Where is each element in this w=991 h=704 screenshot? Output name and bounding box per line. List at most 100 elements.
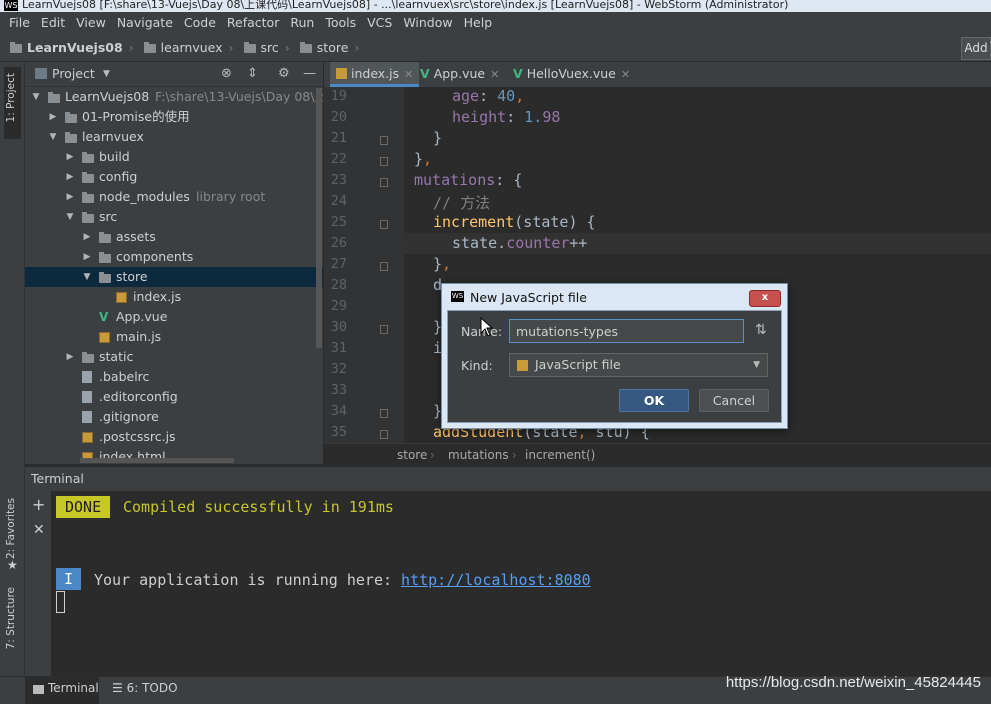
collapsed-arrow-icon[interactable]: ▶ bbox=[65, 347, 75, 367]
collapsed-arrow-icon[interactable]: ▶ bbox=[65, 167, 75, 187]
locate-icon[interactable]: ⊗ bbox=[221, 66, 232, 81]
tree-item[interactable]: .babelrc bbox=[25, 367, 323, 387]
tree-item-label: node_modules bbox=[99, 189, 190, 204]
ok-button[interactable]: OK bbox=[619, 389, 689, 412]
fold-marker-icon[interactable] bbox=[380, 325, 388, 334]
menu-help[interactable]: Help bbox=[458, 12, 498, 34]
tree-item[interactable]: ▶ static bbox=[25, 347, 323, 367]
fold-marker-icon[interactable] bbox=[380, 409, 388, 418]
tree-item-label: .editorconfig bbox=[99, 389, 178, 404]
tree-item[interactable]: ▼ store bbox=[25, 267, 323, 287]
menu-code[interactable]: Code bbox=[178, 12, 221, 34]
fold-marker-icon[interactable] bbox=[380, 430, 388, 439]
favorites-tool-tab[interactable]: 2: Favorites ★ bbox=[4, 498, 21, 572]
fold-marker-icon[interactable] bbox=[380, 157, 388, 166]
expanded-arrow-icon[interactable]: ▼ bbox=[48, 127, 58, 147]
tab-app-vue[interactable]: V App.vue ✕ bbox=[420, 62, 499, 87]
fold-marker-icon[interactable] bbox=[380, 220, 388, 229]
menu-refactor[interactable]: Refactor bbox=[221, 12, 284, 34]
close-icon[interactable]: ✕ bbox=[490, 68, 499, 81]
breadcrumb-item[interactable]: store › bbox=[299, 35, 359, 60]
menu-edit[interactable]: Edit bbox=[35, 12, 70, 34]
menu-vcs[interactable]: VCS bbox=[361, 12, 397, 34]
new-session-plus-icon[interactable]: + bbox=[32, 495, 45, 514]
collapsed-arrow-icon[interactable]: ▶ bbox=[65, 147, 75, 167]
hide-panel-icon[interactable]: — bbox=[303, 66, 316, 81]
close-icon[interactable]: ✕ bbox=[404, 68, 413, 81]
folder-icon bbox=[48, 92, 60, 103]
tree-item[interactable]: .editorconfig bbox=[25, 387, 323, 407]
collapsed-arrow-icon[interactable]: ▶ bbox=[82, 247, 92, 267]
breadcrumb-item[interactable]: LearnVuejs08 › bbox=[10, 35, 134, 60]
terminal-output[interactable]: DONE Compiled successfully in 191ms I Yo… bbox=[25, 491, 991, 676]
collapse-all-icon[interactable]: ⇕ bbox=[247, 66, 258, 81]
js-file-icon bbox=[517, 360, 528, 371]
file-name-input[interactable] bbox=[509, 319, 744, 343]
breadcrumb-item[interactable]: learnvuex › bbox=[143, 35, 234, 60]
menu-window[interactable]: Window bbox=[397, 12, 457, 34]
js-file-icon bbox=[336, 68, 347, 79]
code-line: state.counter++ bbox=[452, 234, 588, 252]
folder-icon bbox=[65, 112, 77, 123]
close-icon[interactable]: ✕ bbox=[621, 68, 630, 81]
collapsed-arrow-icon[interactable]: ▶ bbox=[48, 107, 58, 127]
breadcrumb-item[interactable]: src › bbox=[243, 35, 290, 60]
menu-view[interactable]: View bbox=[70, 12, 111, 34]
tree-item[interactable]: .gitignore bbox=[25, 407, 323, 427]
expanded-arrow-icon[interactable]: ▼ bbox=[82, 267, 92, 287]
fold-marker-icon[interactable] bbox=[380, 136, 388, 145]
editor-breadcrumb-item[interactable]: mutations bbox=[448, 448, 509, 462]
tab-hellovuex-vue[interactable]: V HelloVuex.vue ✕ bbox=[513, 62, 630, 87]
add-configuration-button[interactable]: Add bbox=[961, 37, 991, 60]
sort-arrows-icon[interactable]: ⇅ bbox=[755, 322, 767, 338]
tree-item[interactable]: ▼ LearnVuejs08 F:\share\13-Vuejs\Day 08\上课… bbox=[25, 87, 323, 107]
tree-item[interactable]: ▶ assets bbox=[25, 227, 323, 247]
gear-icon[interactable]: ⚙ bbox=[278, 66, 290, 81]
tree-item[interactable]: ▼ learnvuex bbox=[25, 127, 323, 147]
tree-item-label: .babelrc bbox=[99, 369, 150, 384]
collapsed-arrow-icon[interactable]: ▶ bbox=[82, 227, 92, 247]
fold-marker-icon[interactable] bbox=[380, 178, 388, 187]
tree-item[interactable]: ▼ src bbox=[25, 207, 323, 227]
project-scrollbar[interactable] bbox=[316, 88, 322, 348]
tree-item-label: config bbox=[99, 169, 138, 184]
folder-icon bbox=[82, 352, 94, 363]
tree-item-label: build bbox=[99, 149, 130, 164]
menu-file[interactable]: File bbox=[0, 12, 35, 34]
folder-icon bbox=[299, 42, 312, 53]
menu-run[interactable]: Run bbox=[284, 12, 319, 34]
tree-item[interactable]: ▶ config bbox=[25, 167, 323, 187]
todo-tool-tab[interactable]: ☰ 6: TODO bbox=[112, 681, 178, 695]
editor-breadcrumb-item[interactable]: store bbox=[397, 448, 427, 462]
project-horizontal-scrollbar[interactable] bbox=[80, 458, 234, 463]
collapsed-arrow-icon[interactable]: ▶ bbox=[65, 187, 75, 207]
menu-tools[interactable]: Tools bbox=[319, 12, 361, 34]
project-tool-tab[interactable]: 1: Project bbox=[4, 67, 21, 139]
mouse-pointer-icon bbox=[480, 317, 493, 337]
tree-item[interactable]: ▶ 01-Promise的使用 bbox=[25, 107, 323, 127]
expanded-arrow-icon[interactable]: ▼ bbox=[31, 87, 41, 107]
line-number: 23 bbox=[330, 172, 347, 188]
editor-breadcrumb-item[interactable]: increment() bbox=[525, 448, 595, 462]
fold-marker-icon[interactable] bbox=[380, 262, 388, 271]
tree-item[interactable]: ▶ build bbox=[25, 147, 323, 167]
expanded-arrow-icon[interactable]: ▼ bbox=[65, 207, 75, 227]
close-session-icon[interactable]: ✕ bbox=[33, 522, 45, 538]
line-number: 29 bbox=[330, 298, 347, 314]
cancel-button[interactable]: Cancel bbox=[699, 389, 769, 412]
dialog-close-button[interactable]: x bbox=[749, 290, 781, 307]
tree-item[interactable]: index.js bbox=[25, 287, 323, 307]
chevron-down-icon[interactable]: ▼ bbox=[103, 69, 110, 79]
menu-navigate[interactable]: Navigate bbox=[111, 12, 178, 34]
tree-item[interactable]: .postcssrc.js bbox=[25, 427, 323, 447]
tree-item[interactable]: main.js bbox=[25, 327, 323, 347]
localhost-link[interactable]: http://localhost:8080 bbox=[401, 571, 591, 589]
terminal-tool-tab[interactable]: Terminal bbox=[25, 677, 99, 704]
kind-select[interactable]: JavaScript file ▼ bbox=[509, 353, 768, 377]
tab-index-js[interactable]: index.js ✕ bbox=[330, 62, 420, 87]
project-view-selector[interactable]: Project bbox=[52, 66, 95, 81]
tree-item[interactable]: V App.vue bbox=[25, 307, 323, 327]
structure-tool-tab[interactable]: 7: Structure bbox=[4, 587, 21, 665]
tree-item[interactable]: ▶ node_modules library root bbox=[25, 187, 323, 207]
tree-item[interactable]: ▶ components bbox=[25, 247, 323, 267]
